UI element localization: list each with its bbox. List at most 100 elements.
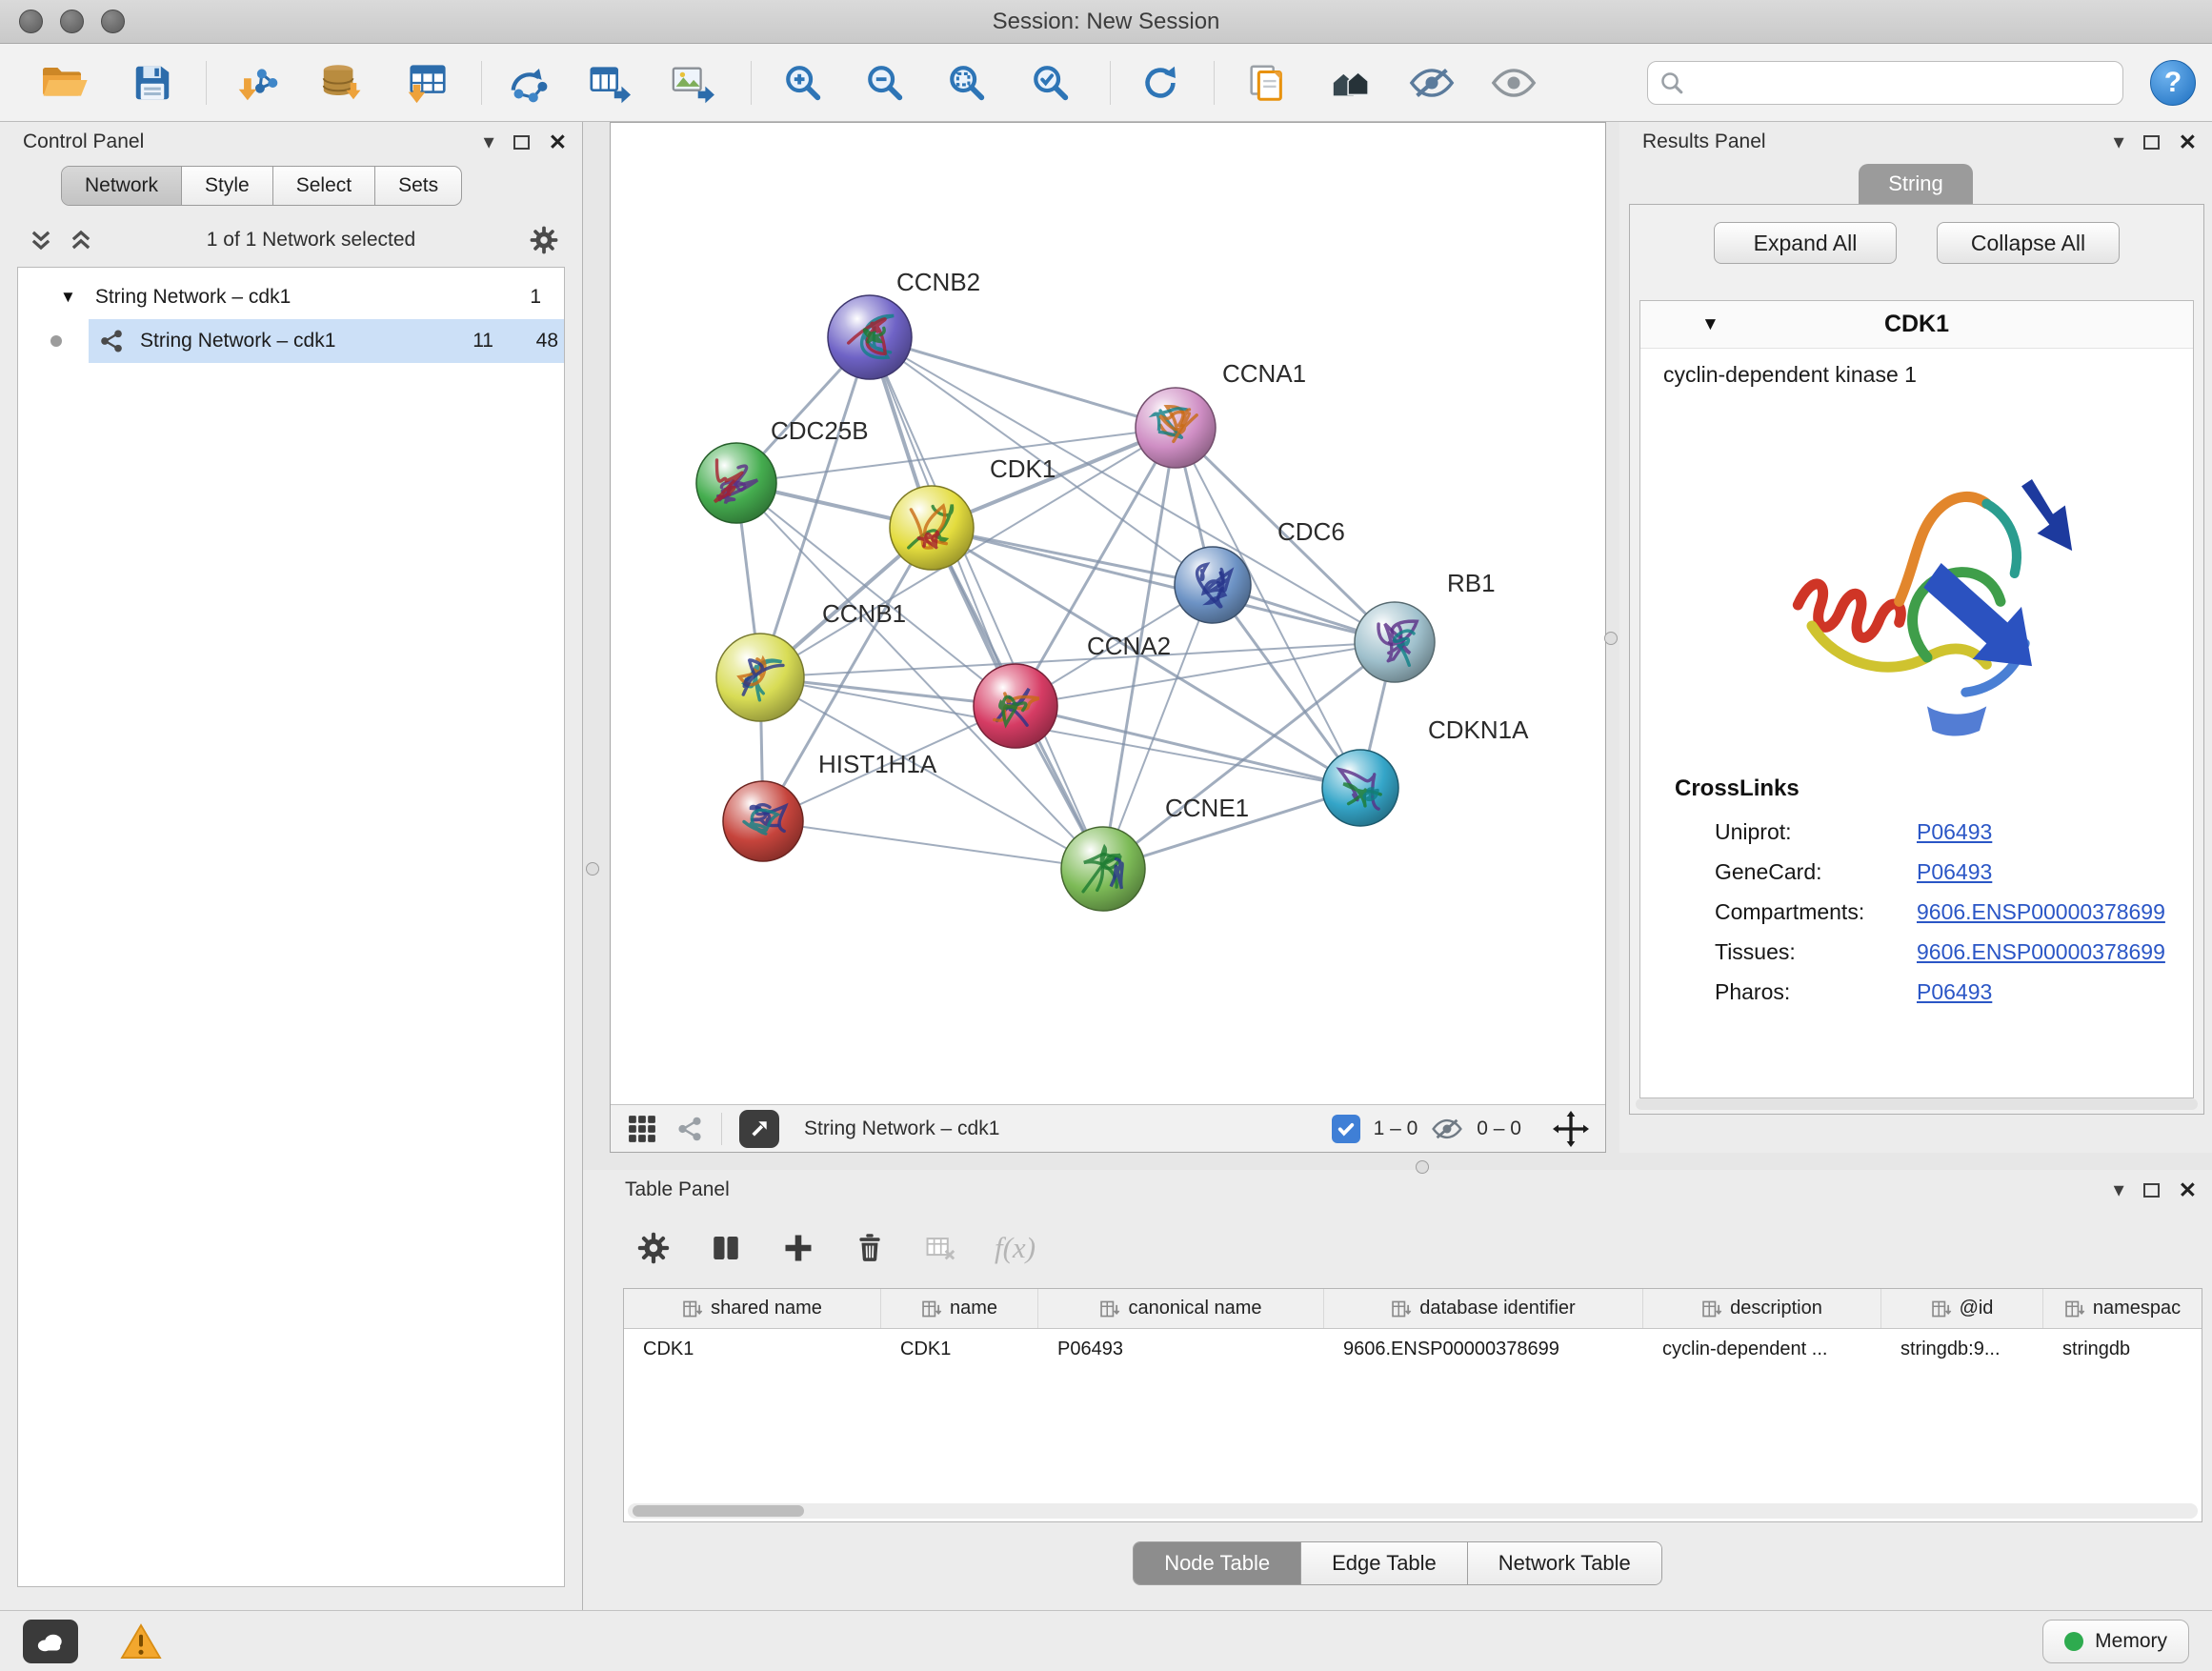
column-header-at-id[interactable]: @id bbox=[1881, 1289, 2043, 1328]
tab-string[interactable]: String bbox=[1859, 164, 1973, 204]
panel-float-icon[interactable] bbox=[2143, 1183, 2160, 1198]
tab-network[interactable]: Network bbox=[62, 167, 182, 205]
tab-style[interactable]: Style bbox=[182, 167, 273, 205]
add-column-button[interactable] bbox=[781, 1231, 815, 1265]
selected-checkbox[interactable] bbox=[1332, 1115, 1360, 1143]
close-window-button[interactable] bbox=[19, 10, 43, 33]
tab-node-table[interactable]: Node Table bbox=[1134, 1542, 1301, 1584]
crosslink-link-compartments[interactable]: 9606.ENSP00000378699 bbox=[1917, 899, 2165, 925]
crosslink-link-tissues[interactable]: 9606.ENSP00000378699 bbox=[1917, 939, 2165, 965]
export-image-button[interactable] bbox=[665, 54, 718, 111]
hide-selected-button[interactable] bbox=[1405, 54, 1458, 111]
function-builder-button[interactable]: f(x) bbox=[995, 1231, 1036, 1265]
crosslink-link-genecard[interactable]: P06493 bbox=[1917, 859, 1992, 885]
column-header-shared-name[interactable]: shared name bbox=[624, 1289, 881, 1328]
expand-all-button[interactable]: Expand All bbox=[1714, 222, 1897, 264]
left-splitter-handle[interactable] bbox=[586, 862, 599, 876]
panel-collapse-icon[interactable]: ▾ bbox=[2114, 1179, 2124, 1200]
zoom-fit-button[interactable] bbox=[940, 54, 994, 111]
table-settings-button[interactable] bbox=[636, 1231, 671, 1265]
memory-button[interactable]: Memory bbox=[2042, 1620, 2189, 1663]
tab-edge-table[interactable]: Edge Table bbox=[1301, 1542, 1468, 1584]
cell-at-id[interactable]: stringdb:9... bbox=[1881, 1329, 2043, 1367]
right-splitter-handle[interactable] bbox=[1604, 632, 1618, 645]
network-node-CCNA1[interactable]: CCNA1 bbox=[1136, 359, 1306, 468]
panel-collapse-icon[interactable]: ▾ bbox=[2114, 131, 2124, 152]
show-all-button[interactable] bbox=[1487, 54, 1540, 111]
panel-close-icon[interactable]: ✕ bbox=[2179, 131, 2197, 153]
table-row[interactable]: CDK1 CDK1 P06493 9606.ENSP00000378699 cy… bbox=[624, 1329, 2202, 1367]
column-header-namespace[interactable]: namespac bbox=[2043, 1289, 2202, 1328]
network-options-gear-icon[interactable] bbox=[529, 225, 559, 255]
copy-document-button[interactable] bbox=[1239, 54, 1293, 111]
home-button[interactable] bbox=[1323, 54, 1377, 111]
show-columns-button[interactable] bbox=[709, 1231, 743, 1265]
hidden-eye-slash-icon[interactable] bbox=[1431, 1116, 1463, 1142]
crosslink-link-pharos[interactable]: P06493 bbox=[1917, 979, 1992, 1005]
zoom-in-button[interactable] bbox=[776, 54, 830, 111]
new-network-button[interactable] bbox=[503, 54, 556, 111]
network-edge-CCNB2-CCNA1[interactable] bbox=[870, 337, 1176, 428]
panel-float-icon[interactable] bbox=[2143, 135, 2160, 150]
network-node-RB1[interactable]: RB1 bbox=[1355, 569, 1496, 682]
refresh-view-button[interactable] bbox=[1134, 54, 1187, 111]
tree-item-collection[interactable]: ▼ String Network – cdk1 1 bbox=[18, 275, 564, 319]
panel-collapse-icon[interactable]: ▾ bbox=[484, 131, 494, 152]
network-node-HIST1H1A[interactable]: HIST1H1A bbox=[723, 750, 937, 861]
panel-close-icon[interactable]: ✕ bbox=[2179, 1179, 2197, 1201]
network-node-CCNB1[interactable]: CCNB1 bbox=[716, 599, 906, 721]
network-node-CDKN1A[interactable]: CDKN1A bbox=[1322, 715, 1529, 826]
warnings-button[interactable] bbox=[120, 1622, 162, 1661]
import-network-file-button[interactable] bbox=[231, 54, 285, 111]
collapse-all-button[interactable]: Collapse All bbox=[1937, 222, 2120, 264]
cell-description[interactable]: cyclin-dependent ... bbox=[1643, 1329, 1881, 1367]
cell-name[interactable]: CDK1 bbox=[881, 1329, 1038, 1367]
minimize-window-button[interactable] bbox=[60, 10, 84, 33]
scrollbar-thumb[interactable] bbox=[633, 1505, 804, 1517]
cell-shared-name[interactable]: CDK1 bbox=[624, 1329, 881, 1367]
panel-close-icon[interactable]: ✕ bbox=[549, 131, 567, 153]
import-table-file-button[interactable] bbox=[401, 54, 454, 111]
delete-table-button[interactable] bbox=[924, 1232, 956, 1264]
import-network-database-button[interactable] bbox=[313, 54, 367, 111]
cell-canonical-name[interactable]: P06493 bbox=[1038, 1329, 1324, 1367]
zoom-window-button[interactable] bbox=[101, 10, 125, 33]
tree-item-network[interactable]: String Network – cdk1 11 48 bbox=[18, 319, 564, 363]
bottom-splitter-handle[interactable] bbox=[1416, 1160, 1429, 1174]
help-button[interactable]: ? bbox=[2150, 60, 2196, 106]
network-edge-RB1-CCNA2[interactable] bbox=[1016, 642, 1395, 706]
section-collapse-icon[interactable]: ▼ bbox=[1701, 314, 1719, 335]
cell-database-identifier[interactable]: 9606.ENSP00000378699 bbox=[1324, 1329, 1643, 1367]
crosslink-link-uniprot[interactable]: P06493 bbox=[1917, 819, 1992, 845]
tree-expand-icon[interactable]: ▼ bbox=[60, 288, 76, 307]
column-header-name[interactable]: name bbox=[881, 1289, 1038, 1328]
panel-float-icon[interactable] bbox=[513, 135, 530, 150]
pan-crosshair-icon[interactable] bbox=[1552, 1110, 1590, 1148]
collapse-all-chevron-icon[interactable] bbox=[69, 228, 93, 252]
open-session-button[interactable] bbox=[38, 54, 91, 111]
column-header-description[interactable]: description bbox=[1643, 1289, 1881, 1328]
selected-network-row[interactable]: String Network – cdk1 11 48 bbox=[89, 319, 564, 363]
tab-sets[interactable]: Sets bbox=[375, 167, 461, 205]
string-settings-button[interactable] bbox=[675, 1115, 704, 1143]
cell-namespace[interactable]: stringdb bbox=[2043, 1329, 2202, 1367]
open-in-new-window-button[interactable] bbox=[739, 1110, 779, 1148]
birds-eye-view-button[interactable] bbox=[626, 1113, 658, 1145]
delete-column-button[interactable] bbox=[854, 1231, 886, 1265]
export-network-button[interactable] bbox=[583, 54, 636, 111]
zoom-selected-button[interactable] bbox=[1024, 54, 1077, 111]
column-header-canonical-name[interactable]: canonical name bbox=[1038, 1289, 1324, 1328]
network-edge-HIST1H1A-CCNE1[interactable] bbox=[763, 821, 1103, 869]
gene-section-header[interactable]: ▼ CDK1 bbox=[1640, 301, 2193, 349]
zoom-out-button[interactable] bbox=[858, 54, 912, 111]
column-header-database-identifier[interactable]: database identifier bbox=[1324, 1289, 1643, 1328]
tab-network-table[interactable]: Network Table bbox=[1468, 1542, 1661, 1584]
network-node-CCNA2[interactable]: CCNA2 bbox=[974, 632, 1171, 748]
results-scrollbar[interactable] bbox=[1636, 1098, 2198, 1110]
search-input[interactable] bbox=[1647, 61, 2123, 105]
tab-select[interactable]: Select bbox=[273, 167, 375, 205]
cloud-services-button[interactable] bbox=[23, 1620, 78, 1663]
network-canvas[interactable]: CCNB2CCNA1CDC25BCDK1CDC6RB1CCNB1CCNA2CDK… bbox=[611, 123, 1605, 1104]
table-horizontal-scrollbar[interactable] bbox=[628, 1503, 2198, 1519]
expand-all-chevron-icon[interactable] bbox=[29, 228, 53, 252]
